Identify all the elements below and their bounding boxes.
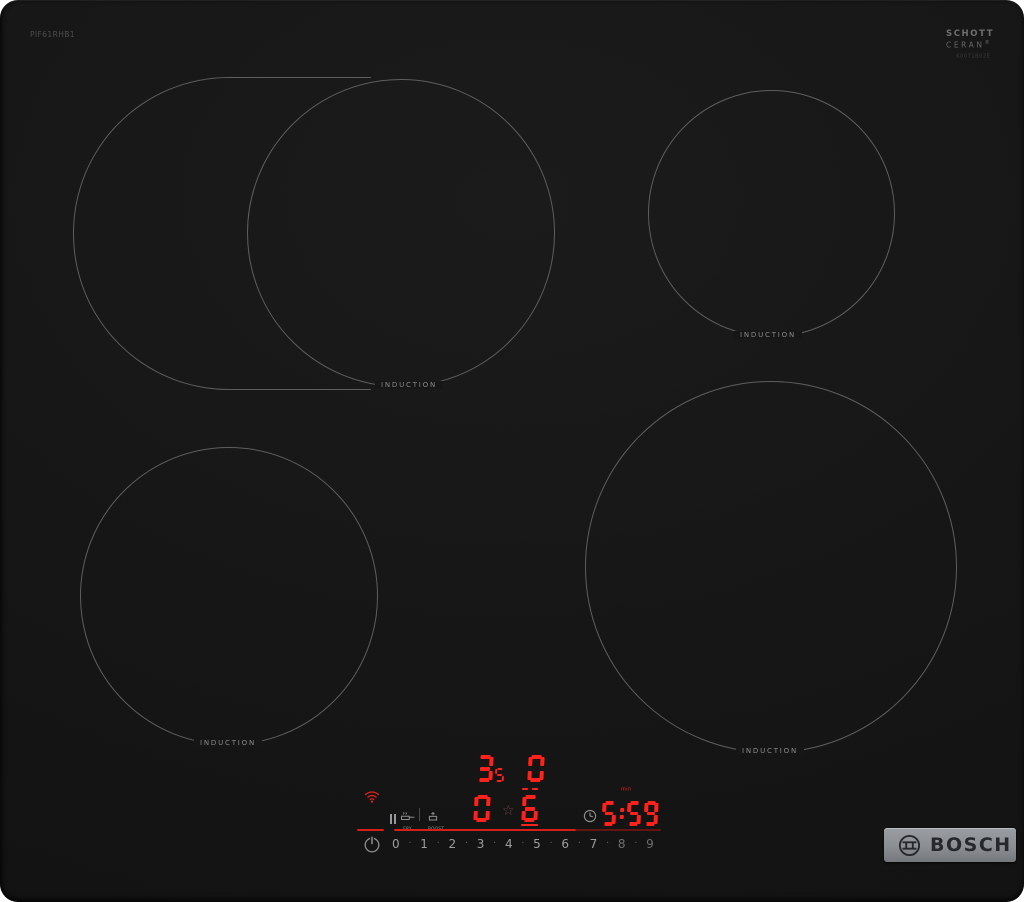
power-level-display: [527, 755, 545, 782]
power-level-4[interactable]: 4: [505, 838, 513, 850]
zone-outline-front-right: [585, 381, 957, 753]
level-separator: ·: [549, 838, 553, 849]
product-image: PIF61RHB1 SCHOTT CERAN® K0071B02E INDUCT…: [0, 0, 1024, 902]
power-level-7[interactable]: 7: [590, 838, 598, 850]
slider-track[interactable]: [394, 829, 661, 831]
registered-mark: ®: [984, 40, 990, 46]
power-level-5[interactable]: 5: [533, 838, 541, 850]
zone-outline-front-left-circle: [247, 79, 555, 387]
zone-outline-front-left: [80, 447, 378, 745]
zone-display-front-left[interactable]: [473, 795, 491, 826]
timer-unit-label: min: [621, 786, 632, 792]
power-level-0[interactable]: 0: [392, 838, 400, 850]
power-level-display: [473, 795, 491, 822]
level-separator: ·: [464, 838, 468, 849]
zone-display-front-right[interactable]: [521, 795, 538, 826]
fry-pan-icon: [400, 812, 414, 820]
power-level-1[interactable]: 1: [420, 838, 428, 850]
induction-label: INDUCTION: [734, 331, 802, 339]
pause-icon: [389, 814, 397, 824]
ceran-text: CERAN®: [946, 40, 992, 50]
slider-track-left-segment: [357, 829, 384, 831]
roaster-indicator-icon: [522, 788, 538, 790]
boost-icon: [428, 811, 437, 821]
divider: [419, 808, 420, 821]
power-level-row[interactable]: 0 · 1 · 2 · 3 · 4 · 5 · 6 · 7 · 8 · 9: [392, 836, 654, 852]
power-level-9[interactable]: 9: [646, 838, 654, 850]
power-level-8[interactable]: 8: [618, 838, 626, 850]
power-level-3[interactable]: 3: [477, 838, 485, 850]
schott-text: SCHOTT: [946, 29, 995, 39]
ceran-word: CERAN: [946, 40, 985, 50]
clock-icon[interactable]: [583, 809, 597, 823]
power-level-display: [476, 755, 494, 782]
model-number: PIF61RHB1: [30, 30, 75, 39]
level-separator: ·: [493, 838, 497, 849]
level-separator: ·: [605, 838, 610, 849]
cooktop-surface: PIF61RHB1 SCHOTT CERAN® K0071B02E INDUCT…: [0, 0, 1024, 902]
zone-outline-rear-right: [648, 90, 895, 337]
induction-label: INDUCTION: [194, 739, 262, 747]
zone-display-rear-left[interactable]: [477, 755, 504, 782]
level-separator: ·: [577, 838, 581, 849]
level-separator: ·: [521, 838, 525, 849]
induction-label: INDUCTION: [736, 747, 804, 755]
wifi-icon: [364, 791, 380, 803]
timer-value: [601, 801, 659, 826]
power-level-display: [521, 795, 538, 822]
schott-ceran-logo: SCHOTT CERAN® K0071B02E: [946, 29, 992, 60]
bosch-logo: BOSCH: [884, 828, 1016, 862]
power-level-half-digit: [495, 768, 505, 782]
timer-display: [601, 801, 659, 830]
bosch-emblem-icon: [898, 834, 921, 856]
level-separator: ·: [436, 838, 440, 849]
bosch-wordmark: BOSCH: [930, 834, 1012, 856]
level-separator: ·: [408, 838, 412, 849]
zone-display-rear-right[interactable]: [527, 755, 545, 786]
power-level-2[interactable]: 2: [448, 838, 456, 850]
pause-button[interactable]: [387, 809, 399, 828]
level-separator: ·: [634, 838, 638, 849]
induction-label: INDUCTION: [375, 381, 443, 389]
power-button[interactable]: [363, 835, 381, 853]
star-icon[interactable]: ☆: [502, 804, 515, 818]
glass-code: K0071B02E: [956, 52, 991, 59]
selected-zone-underline: [521, 824, 538, 826]
power-level-6[interactable]: 6: [561, 838, 569, 850]
